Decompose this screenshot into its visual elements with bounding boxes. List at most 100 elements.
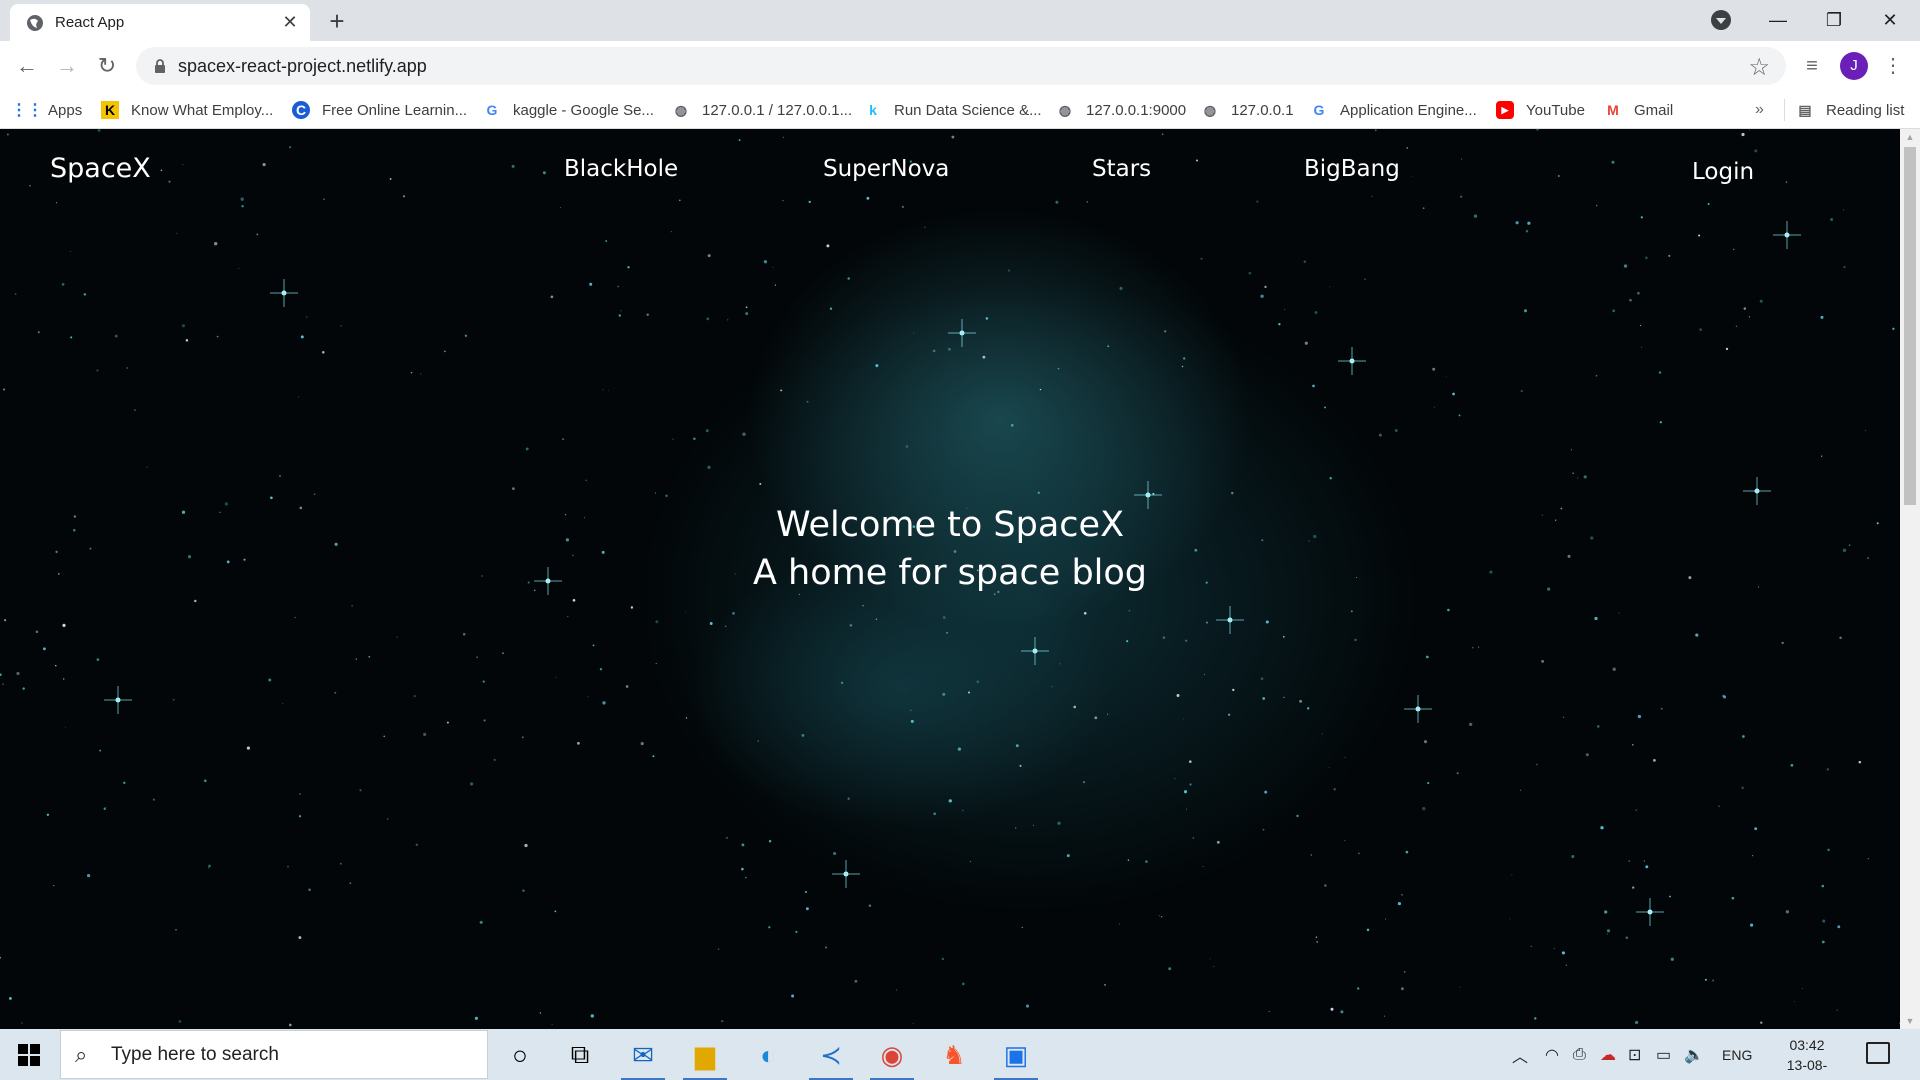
bookmark-label: Gmail [1634,101,1674,119]
meet-now-icon[interactable]: ⎙ [1573,1029,1586,1080]
new-tab-icon[interactable]: + [322,6,352,36]
youtube-icon: ▶ [1496,101,1514,119]
bookmark-localhost-1[interactable]: ◍ 127.0.0.1 / 127.0.0.1... [672,91,852,129]
mail-app-icon[interactable]: ✉ [615,1033,671,1080]
bookmark-label: Run Data Science &... [894,101,1042,119]
chrome-browser-icon[interactable]: ◉ [864,1033,920,1080]
bookmark-label: YouTube [1526,101,1585,119]
kaggle-k-icon: k [869,102,877,118]
reload-icon[interactable]: ↻ [92,51,122,81]
media-queue-icon[interactable]: ≡ [1797,51,1827,81]
edge-browser-icon[interactable]: ◐ [740,1033,796,1077]
windows-taskbar: ⌕ Type here to search ○ ⧉ ✉ ▆ ◐ ≺ ◉ ♞ ▣ … [0,1029,1920,1080]
hero-heading: Welcome to SpaceX [775,505,1125,545]
apps-grid-icon: ⋮⋮ [11,102,43,119]
bookmark-label: 127.0.0.1:9000 [1086,101,1187,119]
restore-icon[interactable]: ❐ [1806,0,1862,41]
bookmark-star-icon[interactable]: ☆ [1748,53,1770,82]
forward-icon[interactable]: → [52,51,82,81]
vscode-icon[interactable]: ≺ [803,1033,859,1080]
site-logo[interactable]: SpaceX [50,153,151,184]
volume-icon[interactable]: 🔈 [1684,1029,1704,1080]
bookmark-kaggle-google[interactable]: G kaggle - Google Se... [483,91,654,129]
bookmark-label: 127.0.0.1 [1231,101,1294,119]
gmail-icon: M [1607,102,1619,118]
brave-browser-icon[interactable]: ♞ [926,1033,982,1077]
tab-title: React App [55,14,125,31]
bookmark-run-data-science[interactable]: k Run Data Science &... [864,91,1042,129]
k-logo-icon: K [101,101,119,119]
bookmark-localhost-9000[interactable]: ◍ 127.0.0.1:9000 [1056,91,1186,129]
google-icon: G [486,102,498,118]
globe-icon: ◍ [1058,101,1072,118]
clock-time: 03:42 [1789,1037,1825,1053]
address-bar[interactable]: spacex-react-project.netlify.app ☆ [136,47,1786,85]
more-bookmarks-icon[interactable]: » [1755,91,1764,129]
cortana-icon[interactable]: ○ [492,1033,548,1077]
login-link[interactable]: Login [1692,159,1754,185]
globe-icon: ◍ [674,101,688,118]
bookmark-label: Free Online Learnin... [322,101,468,119]
page-viewport: SpaceX BlackHole SuperNova Stars BigBang… [0,129,1900,1029]
nav-stars[interactable]: Stars [1092,156,1151,182]
browser-tab-strip: React App ✕ + — ❐ ✕ [0,0,1920,41]
windows-start-icon[interactable] [18,1044,40,1066]
photos-app-icon[interactable]: ▣ [988,1033,1044,1080]
bookmark-application-engine[interactable]: G Application Engine... [1310,91,1477,129]
language-indicator[interactable]: ENG [1722,1029,1752,1080]
taskbar-search-box[interactable]: ⌕ Type here to search [60,1030,488,1079]
bookmark-gmail[interactable]: M Gmail [1604,91,1673,129]
onedrive-error-icon[interactable]: ☁ [1600,1029,1616,1080]
bookmark-apps[interactable]: ⋮⋮ Apps [11,91,83,129]
browser-toolbar: ← → ↻ spacex-react-project.netlify.app ☆… [0,41,1920,91]
menu-kebab-icon[interactable]: ⋮ [1878,51,1908,81]
wifi-icon[interactable]: ◠ [1545,1029,1559,1080]
page-scrollbar[interactable]: ▲ ▼ [1900,129,1920,1029]
bookmark-label: kaggle - Google Se... [513,101,654,119]
lock-icon [155,59,165,73]
bookmark-label: Apps [48,101,83,119]
search-icon: ⌕ [75,1042,88,1067]
bookmark-label: Know What Employ... [131,101,274,119]
task-view-icon[interactable]: ⧉ [552,1033,608,1077]
close-window-icon[interactable]: ✕ [1862,0,1918,41]
back-icon[interactable]: ← [12,51,42,81]
scroll-up-icon[interactable]: ▲ [1900,129,1920,145]
scrollbar-thumb[interactable] [1904,147,1916,505]
bookmarks-bar: ⋮⋮ Apps K Know What Employ... C Free Onl… [0,91,1920,129]
globe-icon [27,15,43,31]
notification-center-icon[interactable] [1866,1042,1890,1064]
google-icon: G [1313,102,1325,118]
c-logo-icon: C [292,101,310,119]
url-text: spacex-react-project.netlify.app [178,56,427,76]
bookmark-youtube[interactable]: ▶ YouTube [1496,91,1585,129]
hero-subheading: A home for space blog [752,553,1148,593]
security-icon[interactable]: ⊡ [1628,1029,1641,1080]
scroll-down-icon[interactable]: ▼ [1900,1013,1920,1029]
nav-supernova[interactable]: SuperNova [823,156,949,182]
bookmark-label: 127.0.0.1 / 127.0.0.1... [702,101,853,119]
clock-date: 13-08-2021 [1786,1057,1828,1080]
close-tab-icon[interactable]: ✕ [280,12,300,32]
reading-list-label: Reading list [1826,101,1905,119]
globe-icon: ◍ [1203,101,1217,118]
battery-icon[interactable]: ▭ [1656,1029,1671,1080]
bookmark-free-online-learning[interactable]: C Free Online Learnin... [292,91,467,129]
browser-tab[interactable]: React App ✕ [10,4,310,41]
nav-blackhole[interactable]: BlackHole [564,156,678,182]
minimize-icon[interactable]: — [1750,0,1806,41]
reading-list-button[interactable]: ▤ Reading list [1796,91,1904,129]
bookmarks-divider [1784,99,1785,121]
tab-search-icon[interactable] [1711,10,1731,30]
search-placeholder: Type here to search [111,1044,279,1065]
file-explorer-icon[interactable]: ▆ [677,1033,733,1080]
show-hidden-icons-icon[interactable]: ︿ [1512,1029,1528,1080]
bookmark-label: Application Engine... [1340,101,1477,119]
site-navbar: SpaceX BlackHole SuperNova Stars BigBang… [0,129,1900,209]
system-clock[interactable]: 03:42 13-08-2021 [1772,1035,1842,1080]
bookmark-localhost[interactable]: ◍ 127.0.0.1 [1201,91,1294,129]
reading-list-icon: ▤ [1798,101,1812,118]
nav-bigbang[interactable]: BigBang [1304,156,1400,182]
profile-avatar[interactable]: J [1840,52,1868,80]
bookmark-know-what-employ[interactable]: K Know What Employ... [101,91,273,129]
